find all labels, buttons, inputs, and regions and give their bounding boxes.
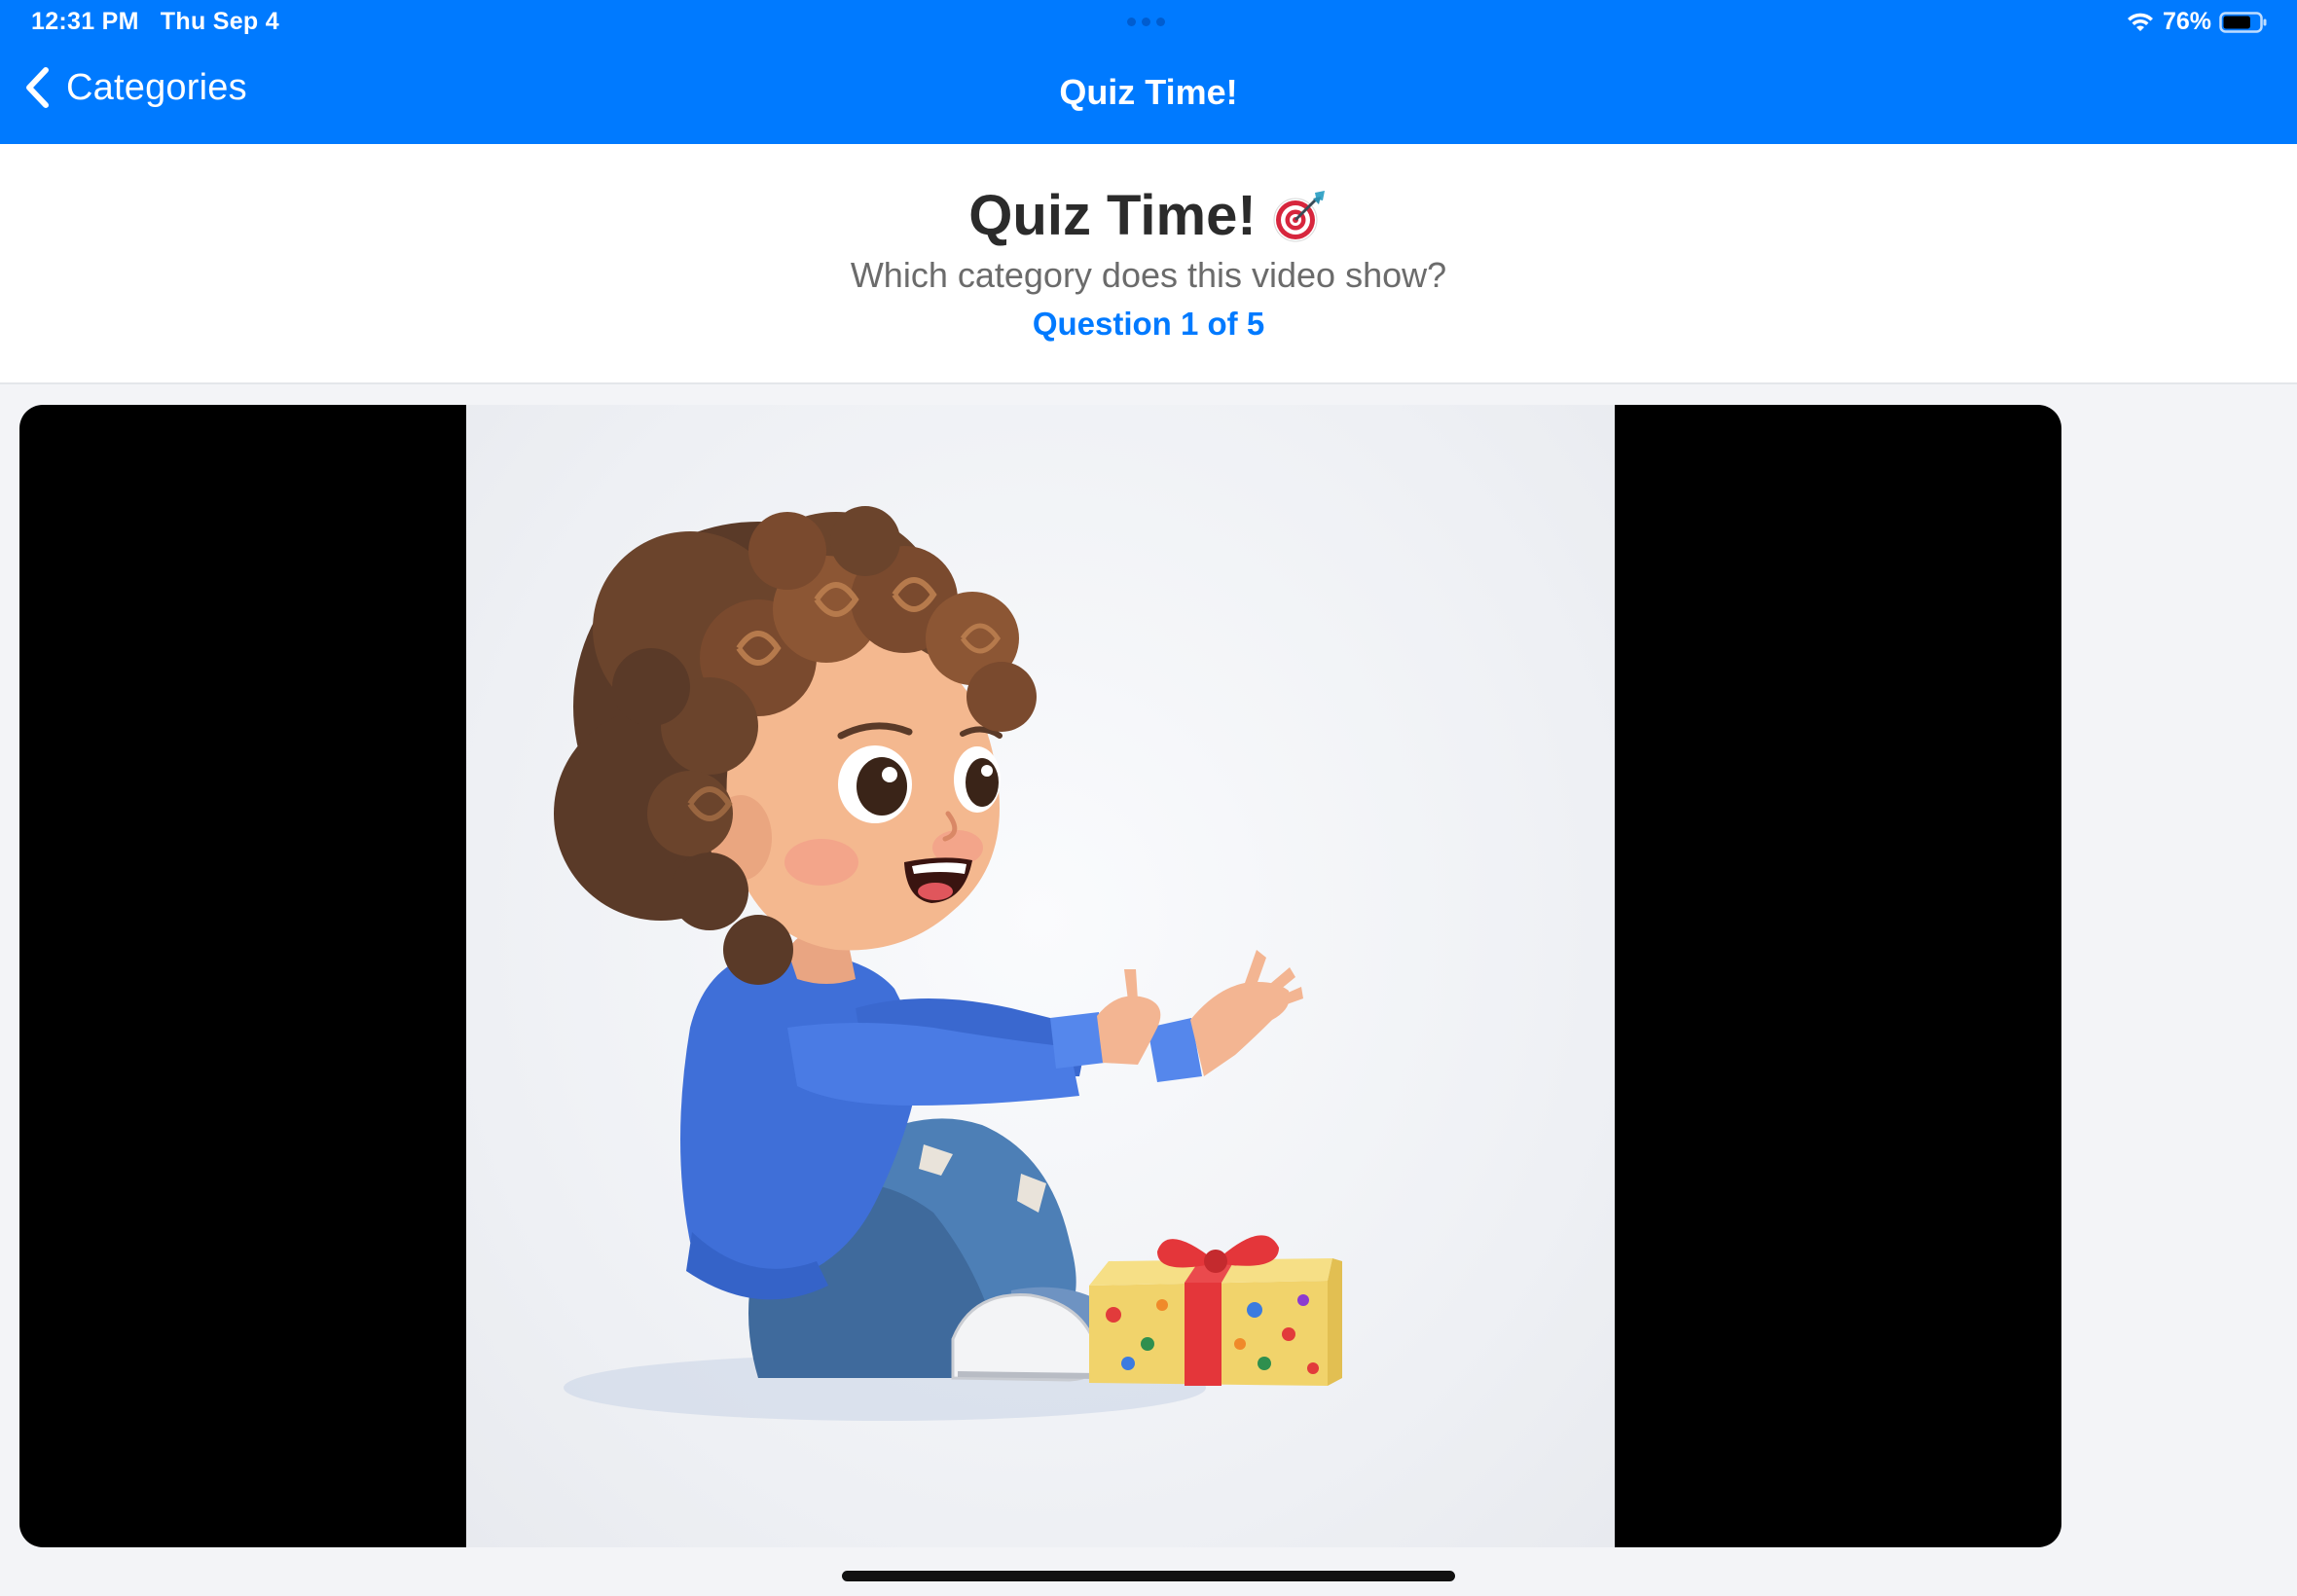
status-bar-left: 12:31 PM Thu Sep 4 [31, 8, 279, 36]
video-frame[interactable] [466, 405, 1615, 1547]
video-player[interactable] [19, 405, 2061, 1547]
navigation-bar: 12:31 PM Thu Sep 4 76% Categories Quiz T… [0, 0, 2297, 144]
status-time: 12:31 PM [31, 8, 139, 35]
nav-title: Quiz Time! [1059, 72, 1238, 112]
status-date: Thu Sep 4 [160, 8, 279, 35]
battery-percent: 76% [2162, 8, 2211, 35]
battery-icon [2219, 11, 2267, 33]
page-title-row: Quiz Time! [0, 183, 2297, 248]
quiz-header: Quiz Time! Which category does this vide… [0, 144, 2297, 384]
child-with-gift-illustration [554, 506, 1342, 1421]
home-indicator[interactable] [842, 1571, 1455, 1581]
target-dart-icon [1273, 190, 1325, 241]
page-title: Quiz Time! [968, 184, 1257, 247]
wifi-icon [2127, 13, 2153, 31]
question-progress: Question 1 of 5 [1032, 306, 1265, 342]
multitasking-dots-icon[interactable] [1127, 18, 1165, 26]
question-prompt: Which category does this video show? [850, 255, 1447, 295]
status-bar-right: 76% [2126, 8, 2268, 36]
